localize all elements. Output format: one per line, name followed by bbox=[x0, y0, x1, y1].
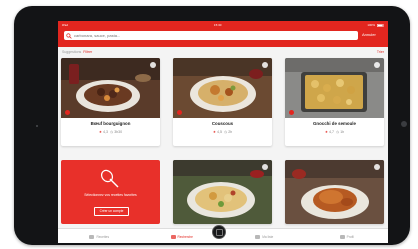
recipe-time: 3h30 bbox=[114, 130, 123, 134]
create-account-button[interactable]: Créer un compte bbox=[94, 207, 129, 216]
sort-button[interactable]: Trier bbox=[377, 50, 384, 54]
status-carrier: iPad bbox=[62, 23, 69, 27]
status-battery: 100% bbox=[367, 23, 384, 27]
app-screen: iPad 15:30 100% Annuler Suggestions Filt… bbox=[58, 21, 388, 243]
recipe-badge-icon bbox=[65, 110, 70, 115]
promo-text: Sélectionnez vos recettes favorites bbox=[84, 193, 137, 197]
tab-recipes[interactable]: Recettes bbox=[58, 229, 141, 243]
recipe-rating: 4,3 bbox=[103, 130, 109, 134]
promo-card[interactable]: Sélectionnez vos recettes favorites Crée… bbox=[61, 160, 160, 224]
device-sensor bbox=[36, 125, 38, 127]
recipe-rating: 4,7 bbox=[329, 130, 335, 134]
clock-icon: ◷ bbox=[110, 130, 114, 134]
filter-row: Suggestions Filtrer Trier bbox=[62, 49, 384, 55]
favorite-icon[interactable] bbox=[262, 62, 268, 68]
recipe-meta: ★ 4,3 ◷ 3h30 bbox=[61, 130, 160, 134]
tab-profile[interactable]: Profil bbox=[306, 229, 389, 243]
tab-label: Recettes bbox=[96, 234, 110, 239]
device-camera bbox=[401, 121, 407, 127]
recipe-card[interactable]: Gnocchi de semoule ★ 4,7 ◷ 1h bbox=[285, 58, 384, 146]
recipe-time: 2h bbox=[228, 130, 233, 134]
filter-button[interactable]: Filtrer bbox=[83, 50, 92, 54]
whisk-icon bbox=[100, 169, 119, 188]
recipe-card[interactable]: Bœuf bourguignon ★ 4,3 ◷ 3h30 bbox=[61, 58, 160, 146]
recipe-name: Couscous bbox=[211, 121, 234, 126]
app-header: iPad 15:30 100% Annuler bbox=[58, 21, 388, 47]
recipe-meta: ★ 4,5 ◷ 2h bbox=[173, 130, 272, 134]
tab-list[interactable]: Ma liste bbox=[223, 229, 306, 243]
recipe-photo bbox=[285, 160, 384, 224]
recipe-photo bbox=[61, 58, 160, 118]
status-bar: iPad 15:30 100% bbox=[62, 22, 384, 28]
list-icon bbox=[255, 234, 261, 239]
recipe-name: Gnocchi de semoule bbox=[313, 121, 356, 126]
search-tab-icon bbox=[170, 234, 176, 239]
tab-search[interactable]: Recherche bbox=[141, 229, 224, 243]
recipe-badge-icon bbox=[177, 110, 182, 115]
cancel-button[interactable]: Annuler bbox=[362, 32, 376, 37]
recipe-photo bbox=[173, 160, 272, 224]
battery-icon bbox=[377, 23, 384, 27]
star-icon: ★ bbox=[324, 130, 329, 134]
status-battery-label: 100% bbox=[367, 23, 375, 27]
search-bar[interactable] bbox=[64, 31, 358, 40]
recipe-card[interactable]: Couscous ★ 4,5 ◷ 2h bbox=[173, 58, 272, 146]
star-icon: ★ bbox=[98, 130, 103, 134]
recipe-photo bbox=[285, 58, 384, 118]
recipe-meta: ★ 4,7 ◷ 1h bbox=[285, 130, 384, 134]
recipe-name: Bœuf bourguignon bbox=[90, 121, 131, 126]
tab-label: Ma liste bbox=[262, 234, 274, 239]
favorite-icon[interactable] bbox=[262, 164, 268, 170]
tab-label: Profil bbox=[346, 234, 354, 239]
home-button[interactable] bbox=[212, 225, 226, 239]
recipe-badge-icon bbox=[289, 110, 294, 115]
favorite-icon[interactable] bbox=[374, 62, 380, 68]
recipes-icon bbox=[89, 234, 95, 239]
recipe-rating: 4,5 bbox=[217, 130, 223, 134]
recipe-card[interactable] bbox=[285, 160, 384, 224]
star-icon: ★ bbox=[212, 130, 217, 134]
clock-icon: ◷ bbox=[336, 130, 340, 134]
recipe-time: 1h bbox=[340, 130, 345, 134]
profile-icon bbox=[339, 234, 345, 239]
recipe-photo bbox=[173, 58, 272, 118]
recipe-card[interactable] bbox=[173, 160, 272, 224]
search-input[interactable] bbox=[72, 32, 346, 39]
clock-icon: ◷ bbox=[224, 130, 228, 134]
status-time: 15:30 bbox=[213, 23, 222, 27]
tab-label: Recherche bbox=[177, 234, 193, 239]
favorite-icon[interactable] bbox=[374, 164, 380, 170]
favorite-icon[interactable] bbox=[150, 62, 156, 68]
results-label: Suggestions bbox=[62, 50, 82, 54]
